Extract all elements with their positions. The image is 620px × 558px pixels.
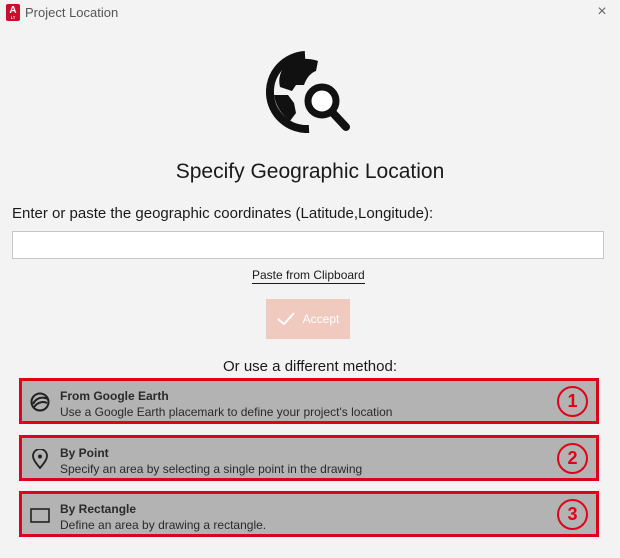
method-description: Define an area by drawing a rectangle. [60, 518, 267, 532]
method-google-earth[interactable]: From Google Earth Use a Google Earth pla… [19, 378, 599, 424]
accept-button-label: Accept [302, 312, 340, 326]
google-earth-icon [30, 392, 50, 412]
title-bar: A LT Project Location × [0, 0, 620, 26]
method-by-point[interactable]: By Point Specify an area by selecting a … [19, 435, 599, 481]
page-title: Specify Geographic Location [175, 160, 445, 183]
paste-from-clipboard-link[interactable]: Paste from Clipboard [252, 268, 365, 284]
step-badge: 1 [557, 386, 588, 417]
method-title: From Google Earth [60, 389, 169, 403]
method-title: By Point [60, 446, 109, 460]
method-description: Specify an area by selecting a single po… [60, 462, 363, 476]
globe-search-icon [266, 51, 350, 133]
rectangle-icon [30, 508, 50, 523]
checkmark-icon [277, 312, 295, 326]
step-badge: 2 [557, 443, 588, 474]
step-badge: 3 [557, 499, 588, 530]
app-logo-icon: A LT [6, 4, 20, 21]
coordinates-label: Enter or paste the geographic coordinate… [12, 205, 434, 222]
method-title: By Rectangle [60, 502, 137, 516]
coordinates-input[interactable] [12, 231, 604, 259]
close-icon[interactable]: × [594, 3, 610, 21]
alternate-methods-label: Or use a different method: [223, 358, 397, 375]
accept-button[interactable]: Accept [266, 299, 350, 339]
window-title: Project Location [25, 5, 119, 20]
map-pin-icon [32, 449, 48, 469]
method-by-rectangle[interactable]: By Rectangle Define an area by drawing a… [19, 491, 599, 537]
method-description: Use a Google Earth placemark to define y… [60, 405, 393, 419]
